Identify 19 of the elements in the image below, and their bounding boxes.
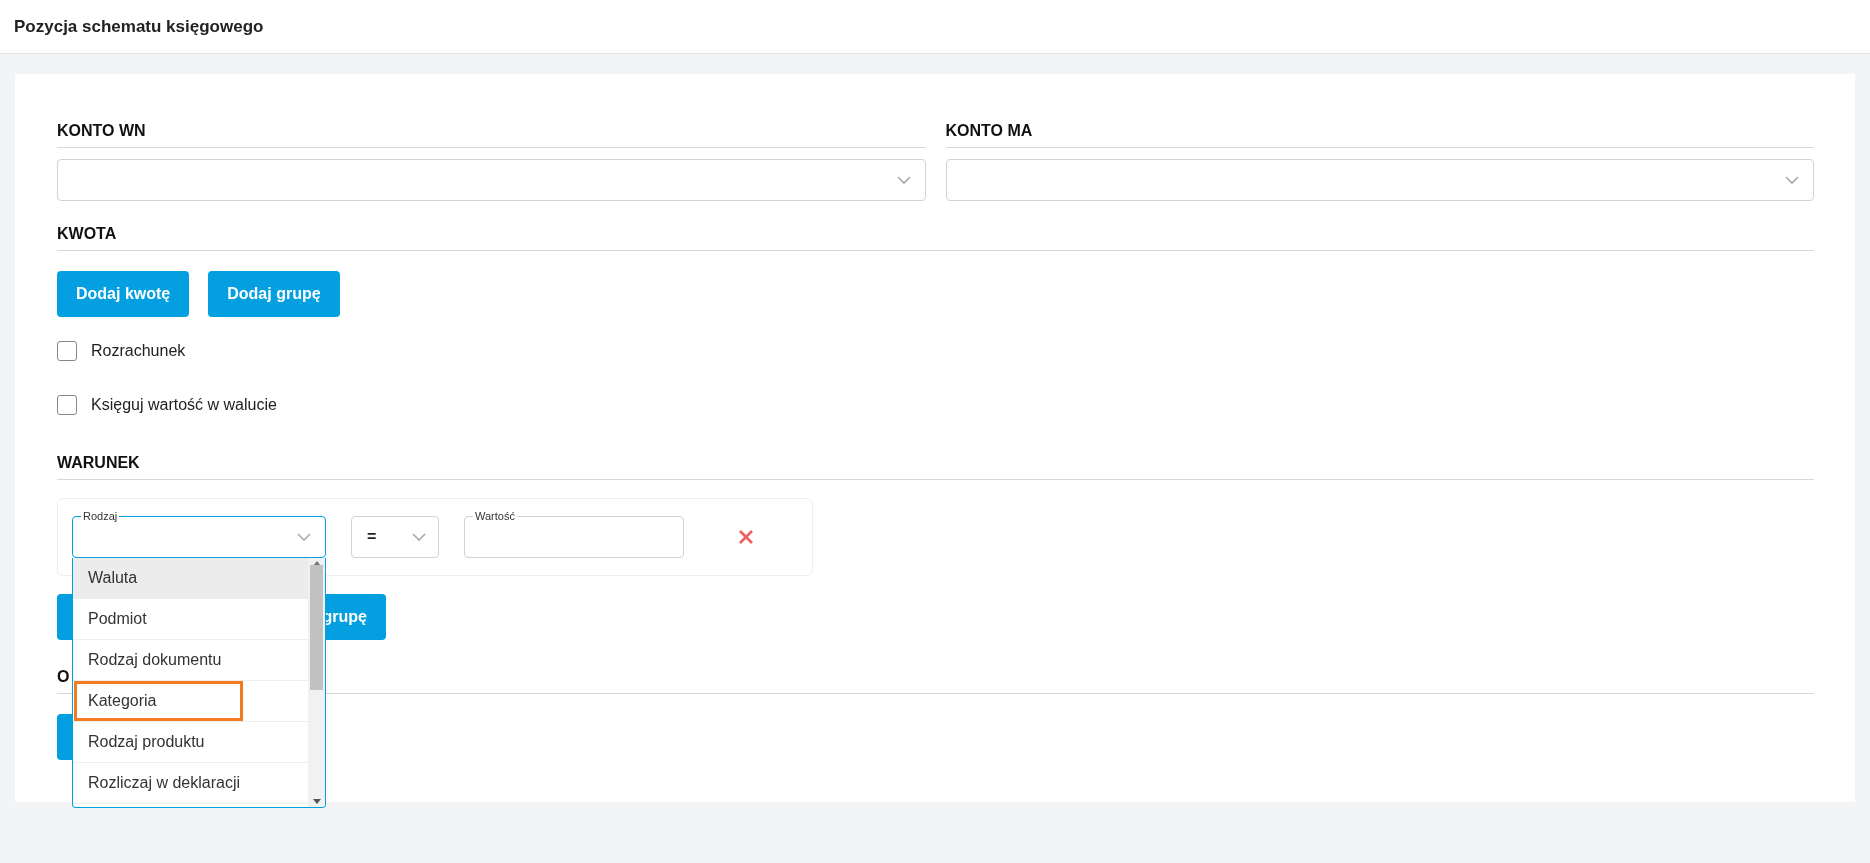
scroll-down-icon — [312, 799, 321, 804]
page-title: Pozycja schematu księgowego — [14, 16, 264, 37]
checkbox[interactable] — [57, 395, 77, 415]
section-heading: WARUNEK — [57, 448, 1814, 480]
close-icon — [739, 530, 753, 544]
section-heading: KONTO WN — [57, 116, 926, 148]
chevron-down-icon — [1785, 175, 1799, 185]
dropdown-option[interactable]: Waluta — [73, 558, 308, 599]
dropdown-option[interactable]: Kategoria — [73, 681, 308, 722]
checkbox-label: Rozrachunek — [91, 342, 186, 360]
chevron-down-icon — [412, 532, 426, 542]
section-heading: KWOTA — [57, 219, 1814, 251]
checkbox[interactable] — [57, 341, 77, 361]
chevron-down-icon — [896, 175, 911, 185]
checkbox-label: Księguj wartość w walucie — [91, 396, 277, 414]
scrollbar[interactable] — [308, 558, 325, 807]
section-heading: KONTO MA — [945, 116, 1814, 148]
operator-select[interactable]: = — [351, 516, 439, 558]
chevron-down-icon — [297, 532, 311, 542]
